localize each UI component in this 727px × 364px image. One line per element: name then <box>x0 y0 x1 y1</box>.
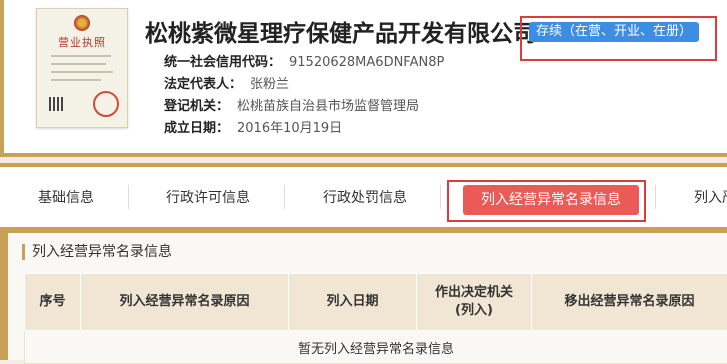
table-header-row: 序号 列入经营异常名录原因 列入日期 作出决定机关 (列入) 移出经营异常名录原… <box>25 274 727 331</box>
tab-divider <box>128 185 129 209</box>
business-license-image[interactable]: 营业执照 <box>36 8 128 128</box>
abnormal-list-table: 序号 列入经营异常名录原因 列入日期 作出决定机关 (列入) 移出经营异常名录原… <box>24 273 727 364</box>
info-row-legal-rep: 法定代表人： 张粉兰 <box>164 73 289 92</box>
tab-admin-license[interactable]: 行政许可信息 <box>166 167 250 227</box>
license-text-line <box>51 63 106 65</box>
tab-basic-info[interactable]: 基础信息 <box>38 167 94 227</box>
info-label: 统一社会信用代码： <box>164 51 281 70</box>
license-text-line <box>51 71 113 73</box>
column-header: 作出决定机关 (列入) <box>417 274 532 331</box>
tab-divider <box>655 185 656 209</box>
official-seal-icon <box>93 91 119 117</box>
tab-admin-penalty[interactable]: 行政处罚信息 <box>323 167 407 227</box>
empty-state-text: 暂无列入经营异常名录信息 <box>25 331 727 364</box>
info-value: 2016年10月19日 <box>237 121 342 136</box>
tab-serious-violation[interactable]: 列入严 <box>694 167 727 227</box>
status-badge: 存续（在营、开业、在册） <box>529 22 699 42</box>
panel-title: 列入经营异常名录信息 <box>22 244 172 260</box>
panel-left-border <box>0 227 8 360</box>
info-value: 91520628MA6DNFAN8P <box>289 55 444 70</box>
national-emblem-icon <box>74 15 90 31</box>
info-row-credit-code: 统一社会信用代码： 91520628MA6DNFAN8P <box>164 51 444 70</box>
company-name: 松桃紫微星理疗保健产品开发有限公司 <box>145 14 536 48</box>
column-header: 移出经营异常名录原因 <box>532 274 727 331</box>
column-header: 列入日期 <box>289 274 417 331</box>
info-row-founded-date: 成立日期： 2016年10月19日 <box>164 117 342 136</box>
column-header: 列入经营异常名录原因 <box>81 274 289 331</box>
info-value: 松桃苗族自治县市场监督管理局 <box>237 99 419 114</box>
info-label: 法定代表人： <box>164 73 242 92</box>
info-value: 张粉兰 <box>250 77 289 92</box>
header-bottom-border <box>0 153 727 157</box>
qr-code-icon <box>49 97 63 111</box>
license-title: 营业执照 <box>37 34 127 50</box>
info-row-registration-authority: 登记机关： 松桃苗族自治县市场监督管理局 <box>164 95 419 114</box>
tab-abnormal-operation[interactable]: 列入经营异常名录信息 <box>463 185 639 215</box>
license-text-line <box>51 79 101 81</box>
info-label: 成立日期： <box>164 117 229 136</box>
license-text-line <box>51 55 111 57</box>
column-header: 序号 <box>25 274 81 331</box>
tab-divider <box>440 185 441 209</box>
table-row: 暂无列入经营异常名录信息 <box>25 331 727 364</box>
tab-divider <box>284 185 285 209</box>
info-label: 登记机关： <box>164 95 229 114</box>
